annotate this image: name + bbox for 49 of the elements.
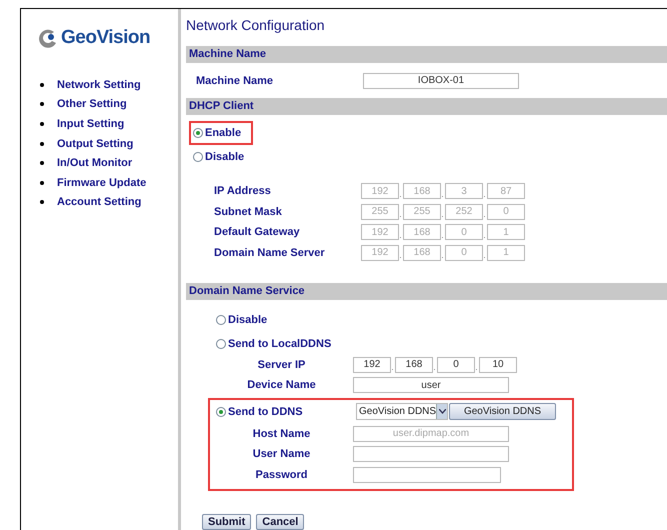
field-label: User Name (252, 448, 312, 460)
nav-link[interactable]: Other Setting (57, 98, 127, 110)
nav-link[interactable]: Network Setting (57, 78, 141, 91)
ip-octet-field[interactable]: 192 (353, 356, 391, 373)
field-label: Password (254, 468, 308, 481)
bullet-icon (40, 82, 44, 87)
field-label: Device Name (246, 379, 317, 392)
machine-name-field[interactable]: IOBOX-01 (363, 72, 519, 89)
section-header: Domain Name Service (186, 282, 667, 300)
nav-link[interactable]: Input Setting (57, 118, 124, 130)
radio-option[interactable]: Send to DDNS (216, 406, 356, 418)
ip-octet-field[interactable]: 0 (437, 356, 475, 373)
nav-link[interactable]: In/Out Monitor (57, 157, 132, 170)
text-field[interactable] (353, 466, 501, 483)
logo-text: GeoVision (61, 27, 150, 49)
nav-link[interactable]: Account Setting (57, 196, 142, 208)
field-label: Subnet Mask (214, 206, 283, 218)
ddns-button[interactable]: GeoVision DDNS (449, 403, 556, 420)
text-field[interactable]: user.dipmap.com (353, 426, 509, 442)
nav-link[interactable]: Output Setting (57, 138, 134, 150)
caret-icon (438, 409, 446, 414)
radio-option[interactable]: Send to LocalDDNS (216, 338, 332, 350)
bullet-icon (40, 102, 44, 106)
bullet-icon (40, 161, 44, 166)
field-label: IP Address (214, 185, 272, 198)
field-label: Machine Name (196, 74, 274, 87)
section-header: DHCP Client (186, 98, 667, 116)
field-label: Server IP (256, 358, 306, 371)
dropdown[interactable]: GeoVision DDNS (356, 403, 448, 420)
radio-option[interactable]: Enable (193, 127, 242, 140)
field-label: Host Name (252, 428, 312, 440)
bullet-icon (40, 142, 44, 146)
section-header: Machine Name (186, 46, 667, 63)
nav-link[interactable]: Firmware Update (57, 176, 146, 189)
field-label: Default Gateway (214, 226, 301, 238)
submit-button[interactable]: Submit (202, 514, 252, 530)
text-field[interactable]: user (353, 377, 509, 394)
page-title: Network Configuration (186, 17, 326, 35)
radio-option[interactable]: Disable (193, 151, 244, 164)
field-label: Domain Name Server (214, 246, 326, 258)
bullet-icon (40, 122, 44, 126)
bullet-icon (40, 180, 44, 185)
ip-octet-field[interactable]: 10 (479, 356, 517, 373)
text-field[interactable] (353, 446, 509, 462)
cancel-button[interactable]: Cancel (256, 514, 304, 530)
bullet-icon (40, 200, 44, 204)
logo-icon (37, 27, 59, 49)
ip-octet-field[interactable]: 168 (395, 356, 433, 373)
radio-option[interactable]: Disable (216, 314, 268, 326)
